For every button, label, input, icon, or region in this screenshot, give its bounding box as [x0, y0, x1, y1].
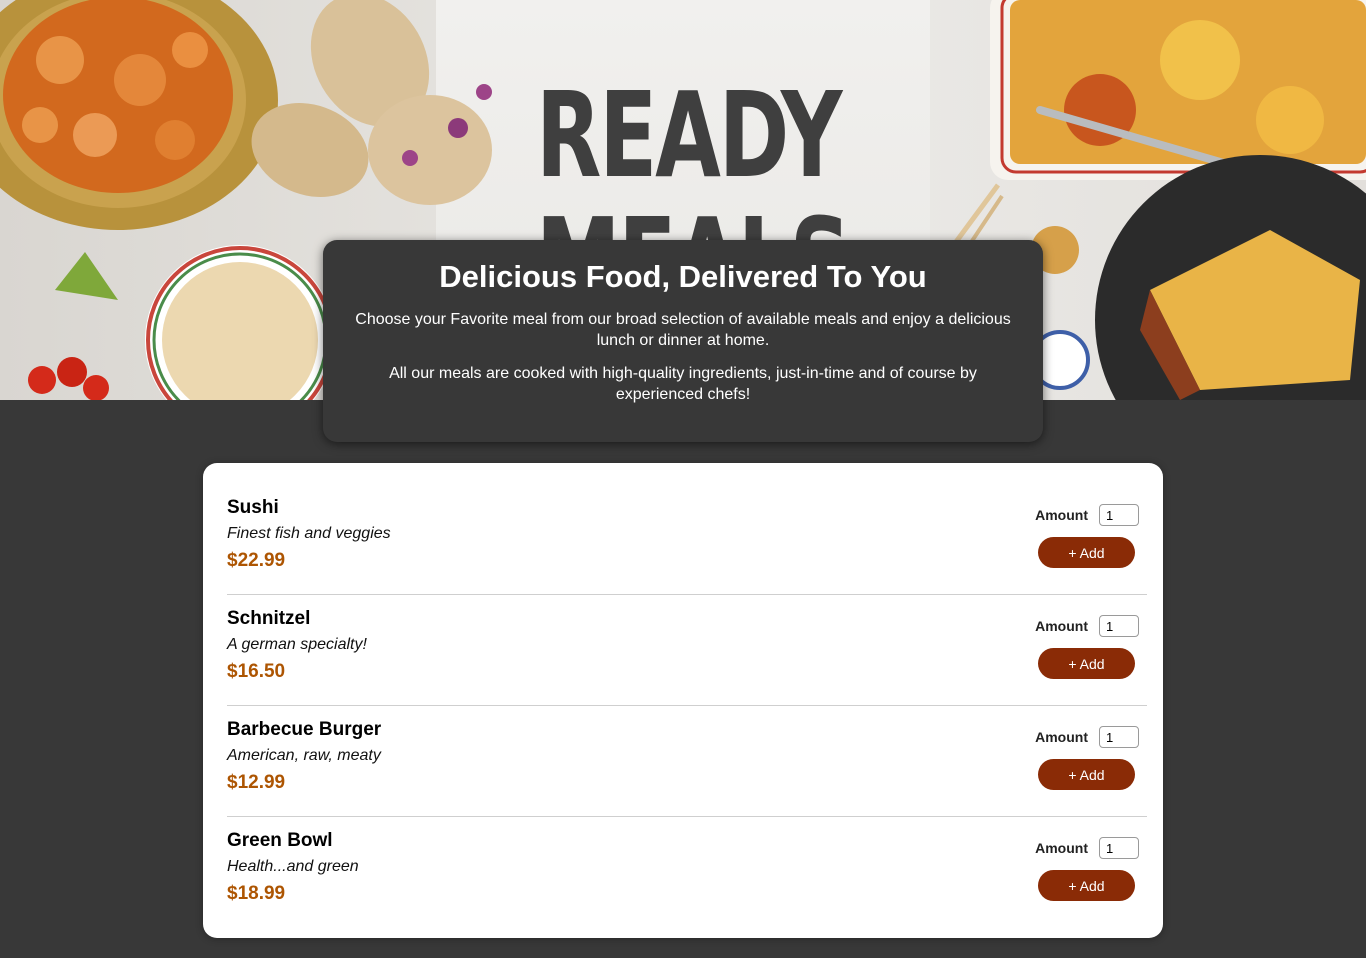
page: READY MEALS Delicious Food, Delivered To… [0, 0, 1366, 958]
amount-row: Amount [1029, 726, 1139, 748]
amount-label: Amount [1035, 840, 1088, 856]
add-button[interactable]: + Add [1038, 759, 1135, 790]
amount-input[interactable] [1099, 837, 1139, 859]
meal-form: Amount + Add [1029, 726, 1139, 790]
meals-card: Sushi Finest fish and veggies $22.99 Amo… [203, 463, 1163, 938]
amount-row: Amount [1029, 615, 1139, 637]
amount-label: Amount [1035, 729, 1088, 745]
summary-card: Delicious Food, Delivered To You Choose … [323, 240, 1043, 442]
meal-item-barbecue-burger: Barbecue Burger American, raw, meaty $12… [227, 706, 1147, 817]
amount-input[interactable] [1099, 615, 1139, 637]
summary-title: Delicious Food, Delivered To You [439, 259, 927, 294]
meal-form: Amount + Add [1029, 504, 1139, 568]
meal-item-sushi: Sushi Finest fish and veggies $22.99 Amo… [227, 484, 1147, 595]
meal-info: Green Bowl Health...and green $18.99 [227, 829, 359, 905]
meal-item-schnitzel: Schnitzel A german specialty! $16.50 Amo… [227, 595, 1147, 706]
hero-headline-line1: READY [536, 66, 842, 204]
meal-info: Sushi Finest fish and veggies $22.99 [227, 496, 391, 572]
amount-input[interactable] [1099, 504, 1139, 526]
add-button[interactable]: + Add [1038, 537, 1135, 568]
meal-description: American, raw, meaty [227, 747, 381, 764]
summary-paragraph-2: All our meals are cooked with high-quali… [389, 365, 977, 404]
amount-input[interactable] [1099, 726, 1139, 748]
amount-row: Amount [1029, 837, 1139, 859]
meal-price: $22.99 [227, 550, 286, 571]
meal-name: Barbecue Burger [227, 719, 382, 740]
meal-price: $16.50 [227, 661, 286, 682]
meals-list: Sushi Finest fish and veggies $22.99 Amo… [227, 484, 1147, 928]
add-button[interactable]: + Add [1038, 870, 1135, 901]
summary-paragraph-1: Choose your Favorite meal from our broad… [355, 311, 1011, 350]
meal-description: A german specialty! [227, 636, 367, 653]
meal-form: Amount + Add [1029, 837, 1139, 901]
meal-price: $18.99 [227, 883, 286, 904]
meal-description: Health...and green [227, 858, 359, 875]
meal-name: Sushi [227, 497, 279, 518]
amount-label: Amount [1035, 507, 1088, 523]
meal-info: Schnitzel A german specialty! $16.50 [227, 607, 367, 683]
amount-label: Amount [1035, 618, 1088, 634]
meal-name: Schnitzel [227, 608, 311, 629]
meal-description: Finest fish and veggies [227, 525, 391, 542]
meal-name: Green Bowl [227, 830, 333, 851]
meal-info: Barbecue Burger American, raw, meaty $12… [227, 718, 381, 794]
meal-form: Amount + Add [1029, 615, 1139, 679]
meal-item-green-bowl: Green Bowl Health...and green $18.99 Amo… [227, 817, 1147, 928]
meal-price: $12.99 [227, 772, 286, 793]
amount-row: Amount [1029, 504, 1139, 526]
add-button[interactable]: + Add [1038, 648, 1135, 679]
